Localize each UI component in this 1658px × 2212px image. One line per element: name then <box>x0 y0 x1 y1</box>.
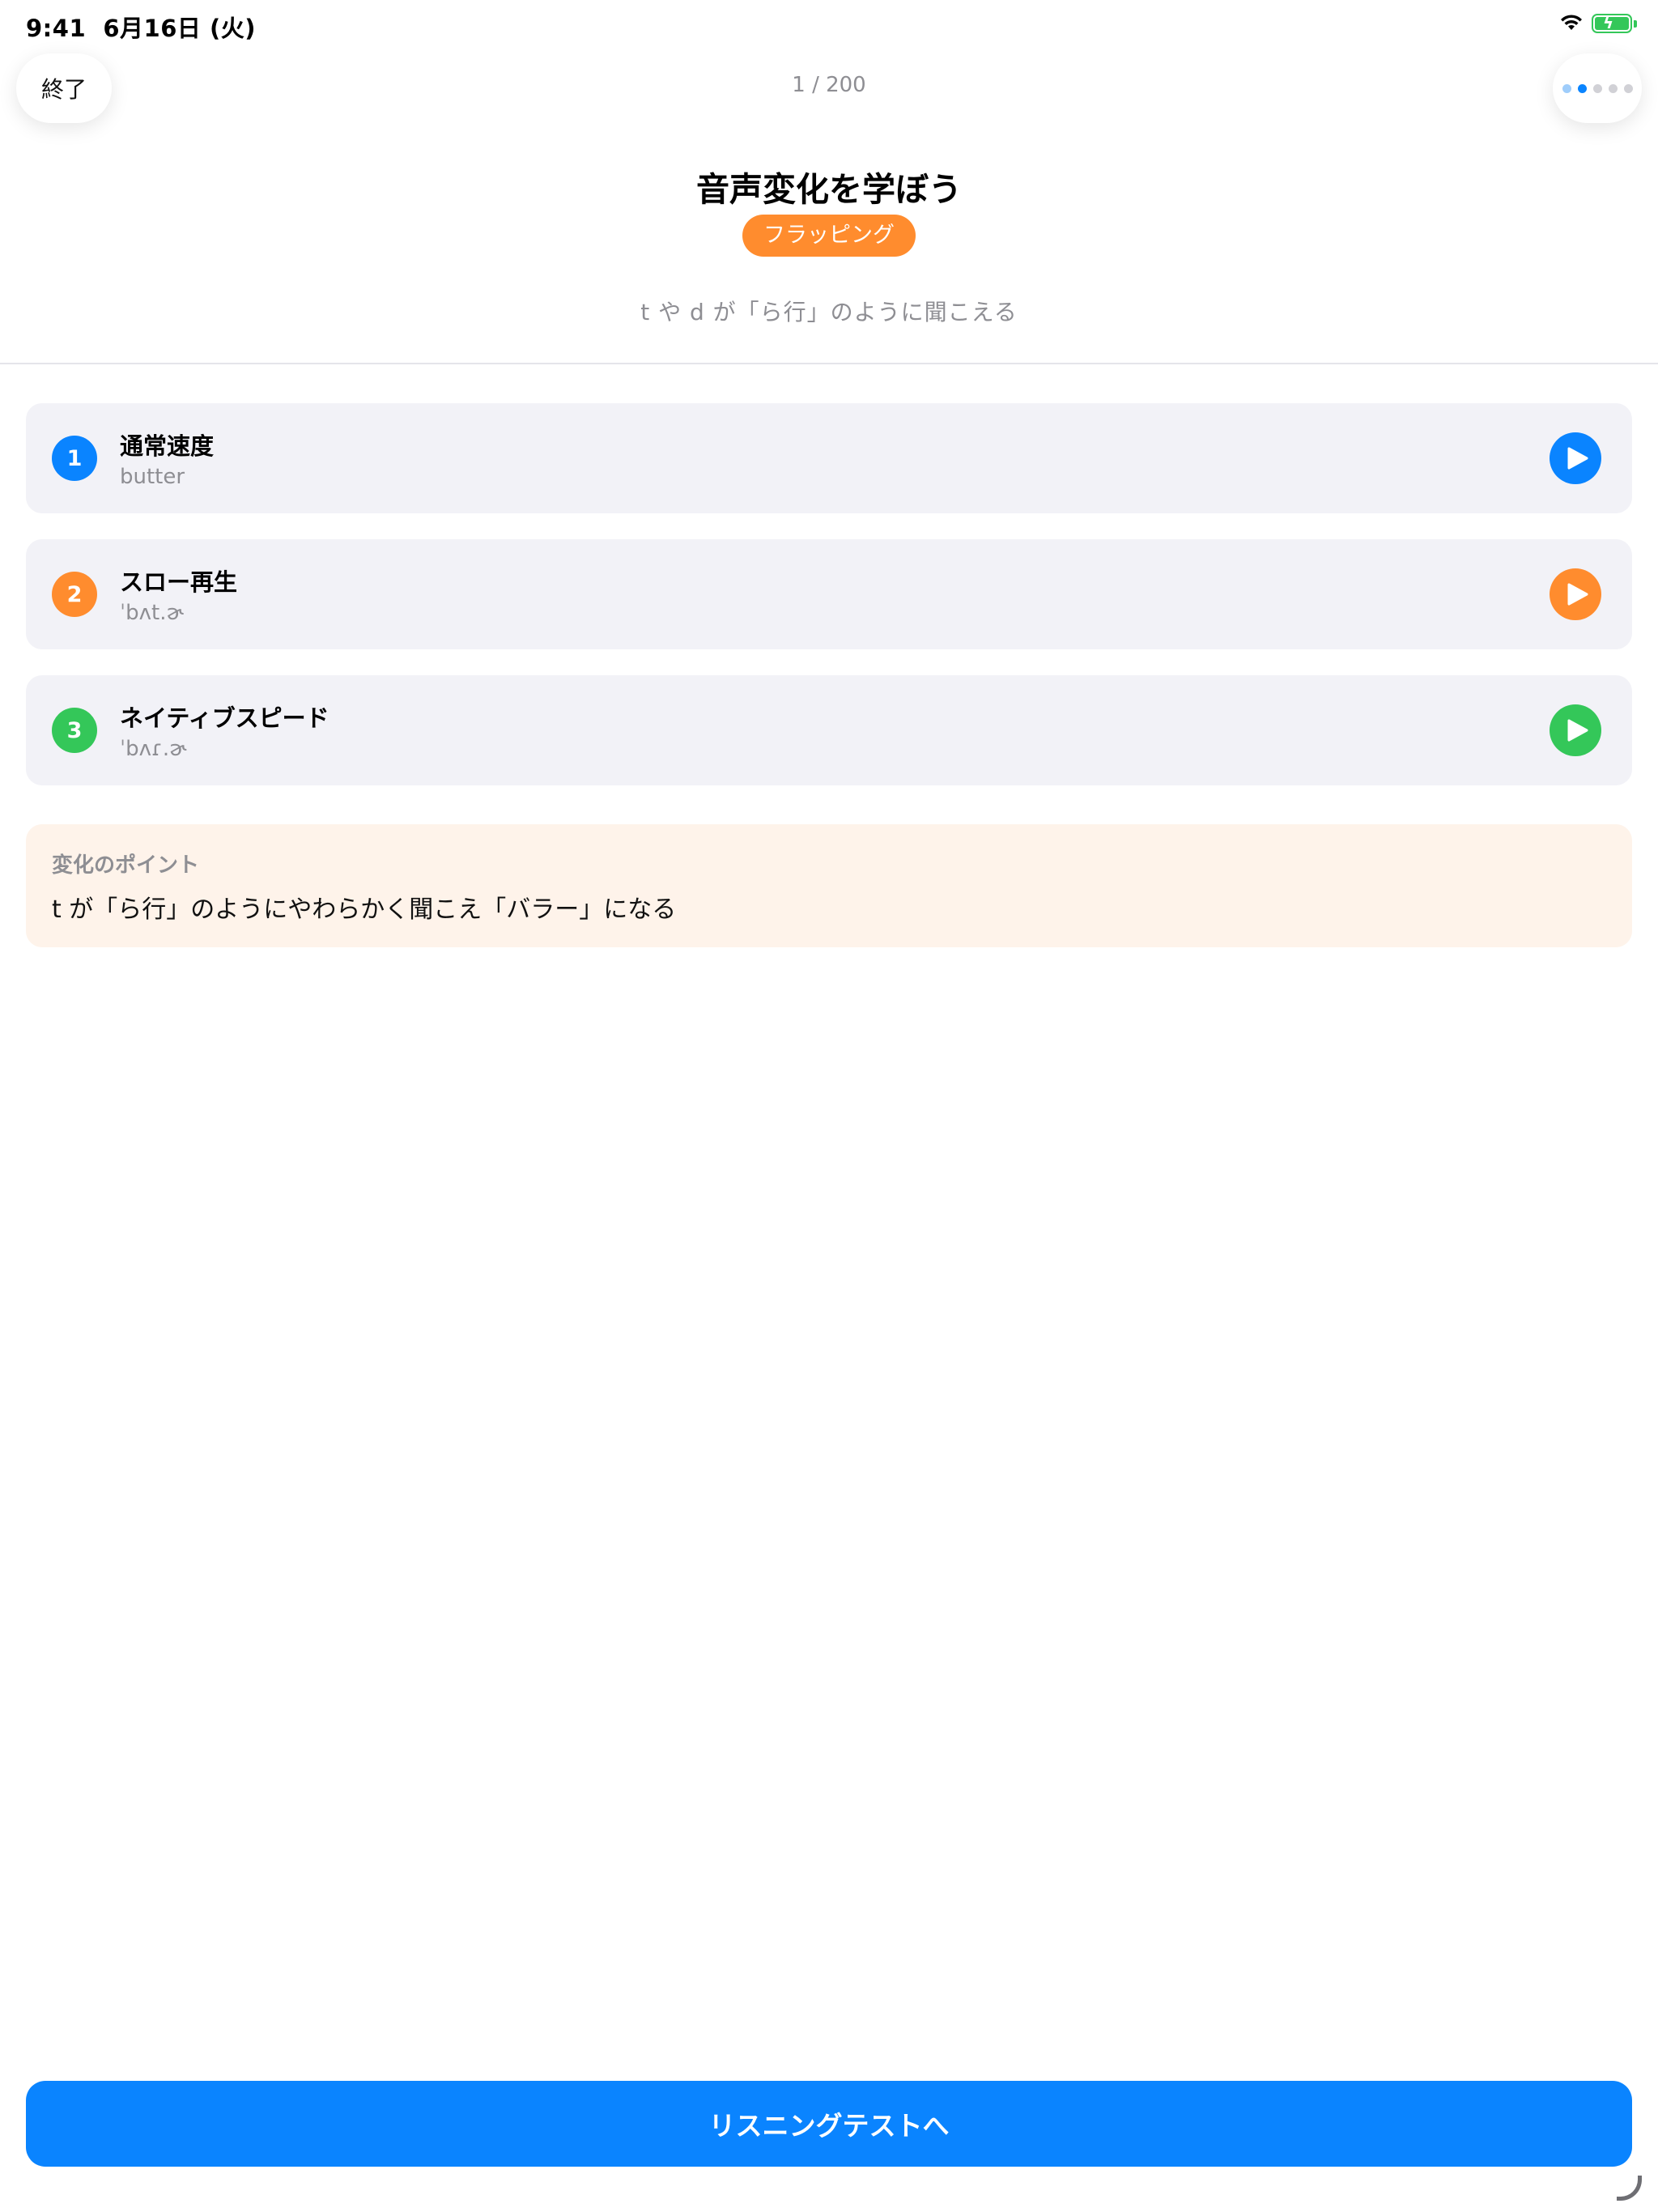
category-tag: フラッピング <box>742 215 916 257</box>
wifi-icon <box>1559 13 1584 34</box>
play-button[interactable] <box>1550 704 1601 756</box>
item-number-badge: 3 <box>52 708 97 753</box>
divider <box>0 363 1658 364</box>
point-text: t が「ら行」のようにやわらかく聞こえ「バラー」になる <box>52 895 677 924</box>
item-title: スロー再生 <box>120 568 238 596</box>
item-title: ネイティブスピード <box>120 704 329 732</box>
page-dot <box>1577 83 1587 93</box>
audio-item-card: 1 通常速度 butter <box>26 403 1632 513</box>
status-bar: 9:41 6月16日 (火) ϟ <box>0 0 1658 52</box>
page-dot <box>1623 83 1633 93</box>
audio-item-card: 3 ネイティブスピード ˈbʌɾ.ɚ <box>26 675 1632 785</box>
page-dot <box>1562 83 1571 93</box>
page-dot <box>1608 83 1618 93</box>
page-title: 音声変化を学ぼう <box>696 170 962 209</box>
lesson-description: t や d が「ら行」のように聞こえる <box>640 299 1018 325</box>
item-number-badge: 2 <box>52 572 97 617</box>
item-title: 通常速度 <box>120 432 215 460</box>
play-button[interactable] <box>1550 568 1601 620</box>
item-subtitle: butter <box>120 465 185 489</box>
play-button[interactable] <box>1550 432 1601 484</box>
item-subtitle: ˈbʌɾ.ɚ <box>120 737 187 761</box>
item-subtitle: ˈbʌt.ɚ <box>120 601 184 625</box>
status-time: 9:41 6月16日 (火) <box>26 15 256 42</box>
play-icon <box>1567 583 1588 606</box>
play-icon <box>1567 719 1588 742</box>
listening-test-button[interactable]: リスニングテストへ <box>26 2081 1632 2167</box>
play-icon <box>1567 447 1588 470</box>
point-label: 変化のポイント <box>52 853 200 878</box>
battery-charging-icon: ϟ <box>1592 13 1632 33</box>
resize-handle-icon <box>1617 2176 1642 2201</box>
page-dot <box>1592 83 1602 93</box>
point-box: 変化のポイント t が「ら行」のようにやわらかく聞こえ「バラー」になる <box>26 824 1632 947</box>
progress-counter: 1 / 200 <box>792 73 866 97</box>
audio-item-card: 2 スロー再生 ˈbʌt.ɚ <box>26 539 1632 649</box>
page-dots-button[interactable] <box>1553 53 1642 123</box>
item-number-badge: 1 <box>52 436 97 481</box>
